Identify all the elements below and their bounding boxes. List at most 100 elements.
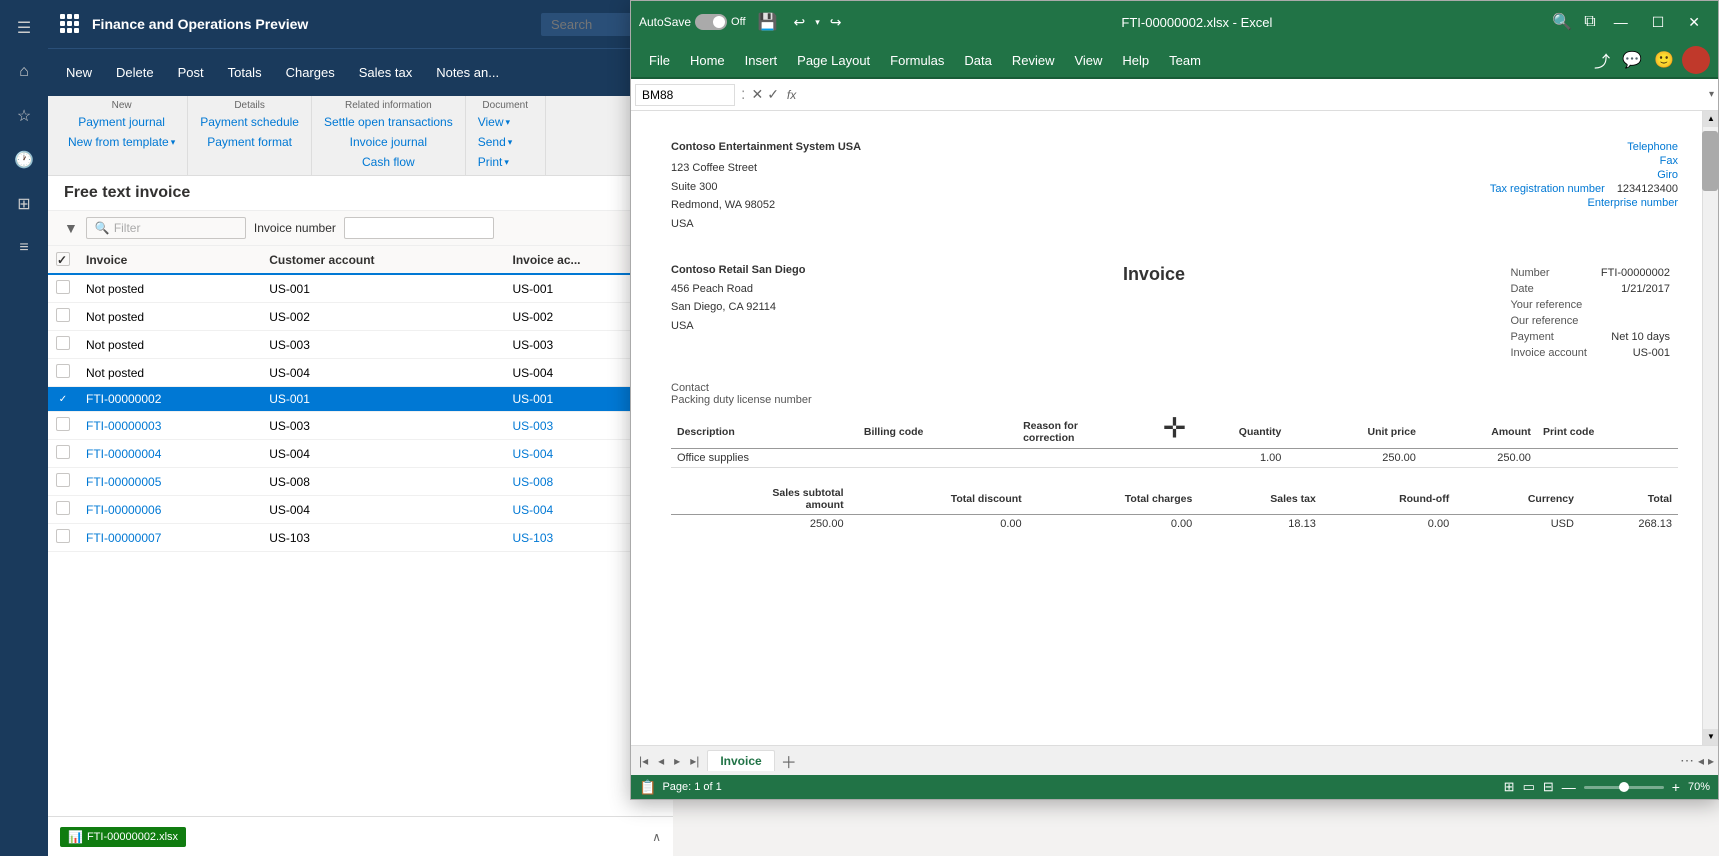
- xl-emoji-button[interactable]: 🙂: [1650, 46, 1678, 74]
- nav-new-button[interactable]: New: [56, 61, 102, 84]
- autosave-toggle[interactable]: [695, 14, 727, 30]
- row-checkbox[interactable]: [48, 359, 78, 387]
- taskbar-collapse[interactable]: ∧: [652, 830, 661, 844]
- row-checkbox[interactable]: [48, 524, 78, 552]
- xl-menu-home[interactable]: Home: [680, 47, 735, 74]
- nav-post-button[interactable]: Post: [168, 61, 214, 84]
- select-all-checkbox[interactable]: ✓: [56, 252, 70, 266]
- nav-delete-button[interactable]: Delete: [106, 61, 164, 84]
- table-row[interactable]: ✓FTI-00000002US-001US-001: [48, 387, 673, 412]
- xl-minimize-button[interactable]: —: [1604, 10, 1638, 35]
- row-check-icon[interactable]: [56, 417, 70, 431]
- ribbon-print[interactable]: Print ▾: [474, 153, 537, 171]
- sidebar-star[interactable]: ☆: [4, 96, 44, 136]
- table-row[interactable]: FTI-00000003US-003US-003: [48, 412, 673, 440]
- row-checkbox[interactable]: [48, 274, 78, 303]
- table-row[interactable]: FTI-00000007US-103US-103: [48, 524, 673, 552]
- xl-menu-formulas[interactable]: Formulas: [880, 47, 954, 74]
- nav-salestax-button[interactable]: Sales tax: [349, 61, 422, 84]
- xl-zoom-minus[interactable]: —: [1562, 779, 1576, 795]
- xl-formula-input[interactable]: [804, 88, 1705, 102]
- filter-icon[interactable]: ▼: [64, 220, 78, 236]
- row-check-icon[interactable]: [56, 529, 70, 543]
- ribbon-invoice-journal[interactable]: Invoice journal: [320, 133, 457, 151]
- scroll-up-button[interactable]: ▲: [1703, 111, 1718, 127]
- row-check-icon[interactable]: [56, 280, 70, 294]
- xl-menu-view[interactable]: View: [1064, 47, 1112, 74]
- sidebar-list[interactable]: ≡: [4, 228, 44, 268]
- table-row[interactable]: Not postedUS-003US-003: [48, 331, 673, 359]
- row-checkbox[interactable]: [48, 303, 78, 331]
- xl-confirm-button[interactable]: ✓: [767, 86, 779, 103]
- row-check-icon[interactable]: [56, 308, 70, 322]
- xl-close-button[interactable]: ✕: [1678, 10, 1710, 35]
- ribbon-new-from-template[interactable]: New from template ▾: [64, 133, 179, 151]
- ribbon-cash-flow[interactable]: Cash flow: [320, 153, 457, 171]
- row-invoice[interactable]: FTI-00000005: [78, 468, 261, 496]
- row-invoice[interactable]: FTI-00000007: [78, 524, 261, 552]
- ribbon-payment-schedule[interactable]: Payment schedule: [196, 113, 303, 131]
- nav-notes-button[interactable]: Notes an...: [426, 61, 509, 84]
- sidebar-grid[interactable]: ⊞: [4, 184, 44, 224]
- row-invoice[interactable]: Not posted: [78, 303, 261, 331]
- xl-menu-file[interactable]: File: [639, 47, 680, 74]
- row-invoice[interactable]: FTI-00000006: [78, 496, 261, 524]
- table-row[interactable]: FTI-00000006US-004US-004: [48, 496, 673, 524]
- xl-comments-button[interactable]: 💬: [1618, 46, 1646, 74]
- xl-restore-button[interactable]: ⧉: [1580, 10, 1599, 35]
- table-row[interactable]: Not postedUS-001US-001: [48, 274, 673, 303]
- row-checkbox[interactable]: [48, 440, 78, 468]
- row-checkbox[interactable]: [48, 412, 78, 440]
- xl-menu-insert[interactable]: Insert: [735, 47, 788, 74]
- row-checkbox[interactable]: [48, 468, 78, 496]
- xl-page-break-view[interactable]: ⊟: [1543, 779, 1554, 795]
- table-row[interactable]: FTI-00000005US-008US-008: [48, 468, 673, 496]
- scroll-thumb[interactable]: [1702, 131, 1718, 191]
- row-checkbox[interactable]: [48, 331, 78, 359]
- sheet-scroll-left[interactable]: ◂: [1698, 754, 1704, 768]
- xl-page-layout-view[interactable]: ▭: [1523, 779, 1535, 795]
- taskbar-file[interactable]: 📊 FTI-00000002.xlsx: [60, 827, 186, 847]
- row-check-icon[interactable]: [56, 473, 70, 487]
- xl-zoom-slider[interactable]: [1584, 786, 1664, 789]
- row-check-icon[interactable]: [56, 445, 70, 459]
- xl-scrollbar-right[interactable]: ▲ ▼: [1702, 111, 1718, 745]
- row-invoice[interactable]: Not posted: [78, 274, 261, 303]
- xl-formula-expand[interactable]: ▾: [1709, 89, 1714, 100]
- xl-save-button[interactable]: 💾: [754, 8, 782, 36]
- tab-nav-first[interactable]: |◂: [635, 752, 652, 770]
- xl-cancel-button[interactable]: ✕: [751, 86, 763, 103]
- row-check-icon[interactable]: [56, 501, 70, 515]
- nav-totals-button[interactable]: Totals: [218, 61, 272, 84]
- xl-menu-team[interactable]: Team: [1159, 47, 1211, 74]
- xl-maximize-button[interactable]: ☐: [1642, 10, 1675, 35]
- xl-menu-data[interactable]: Data: [954, 47, 1001, 74]
- row-check-icon[interactable]: [56, 364, 70, 378]
- ribbon-settle-open[interactable]: Settle open transactions: [320, 113, 457, 131]
- tab-nav-next[interactable]: ▸: [670, 752, 684, 770]
- table-row[interactable]: FTI-00000004US-004US-004: [48, 440, 673, 468]
- xl-undo-button[interactable]: ↩: [789, 12, 809, 33]
- list-filter-input[interactable]: 🔍 Filter: [86, 217, 246, 239]
- table-row[interactable]: Not postedUS-002US-002: [48, 303, 673, 331]
- ribbon-payment-format[interactable]: Payment format: [196, 133, 303, 151]
- sidebar-home[interactable]: ⌂: [4, 52, 44, 92]
- row-invoice[interactable]: Not posted: [78, 359, 261, 387]
- sheet-tab-invoice[interactable]: Invoice: [707, 750, 774, 771]
- xl-menu-review[interactable]: Review: [1002, 47, 1065, 74]
- ribbon-send[interactable]: Send ▾: [474, 133, 537, 151]
- row-invoice[interactable]: FTI-00000004: [78, 440, 261, 468]
- xl-undo-dropdown[interactable]: ▾: [811, 15, 824, 30]
- xl-normal-view[interactable]: ⊞: [1504, 779, 1515, 795]
- ribbon-view[interactable]: View ▾: [474, 113, 537, 131]
- sheet-scroll-right[interactable]: ▸: [1708, 754, 1714, 768]
- row-check-icon[interactable]: ✓: [56, 392, 70, 406]
- xl-menu-help[interactable]: Help: [1112, 47, 1159, 74]
- row-invoice[interactable]: FTI-00000002: [78, 387, 261, 412]
- xl-search-button[interactable]: 🔍: [1548, 10, 1576, 35]
- scroll-down-button[interactable]: ▼: [1703, 729, 1718, 745]
- row-invoice[interactable]: Not posted: [78, 331, 261, 359]
- xl-share-button[interactable]: ⤴: [1590, 46, 1614, 74]
- xl-name-box[interactable]: [635, 84, 735, 106]
- table-row[interactable]: Not postedUS-004US-004: [48, 359, 673, 387]
